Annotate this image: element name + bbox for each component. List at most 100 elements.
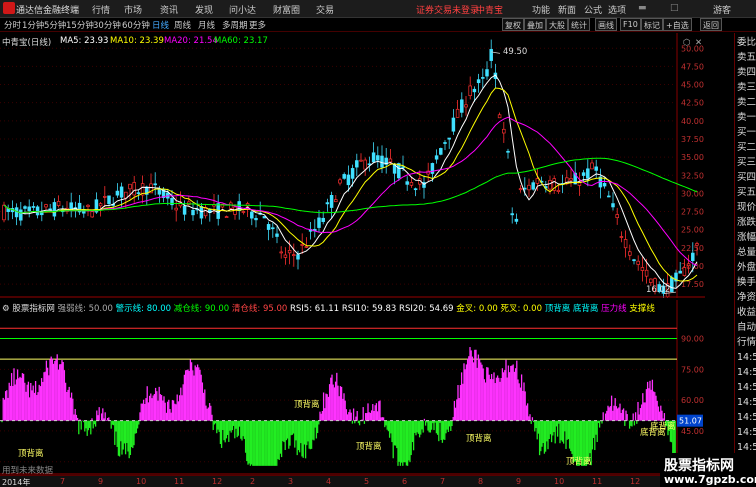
period-5min[interactable]: 5分钟 xyxy=(44,19,66,31)
period-timeshare[interactable]: 分时 xyxy=(4,19,21,31)
guest-label[interactable]: 游客 xyxy=(713,3,731,16)
x-tick-label: 9 xyxy=(516,477,522,486)
legend-warning: 警示线: 80.00 xyxy=(115,304,172,314)
menu-market[interactable]: 市场 xyxy=(124,3,142,16)
x-tick-label: 12 xyxy=(630,477,641,486)
legend-clear: 清仓线: 95.00 xyxy=(231,304,288,314)
menu-options[interactable]: 选项 xyxy=(608,3,626,16)
tool-draw[interactable]: 画线 xyxy=(595,18,617,31)
menu-function[interactable]: 功能 xyxy=(532,3,550,16)
y-tick-label: 40.00 xyxy=(681,117,704,126)
menu-hq[interactable]: 行情 xyxy=(92,3,110,16)
y-tick-label: 45.00 xyxy=(681,81,704,90)
menu-news[interactable]: 资讯 xyxy=(160,3,178,16)
tool-overlay[interactable]: 叠加 xyxy=(524,18,546,31)
menu-trade[interactable]: 交易 xyxy=(316,3,334,16)
candle-body xyxy=(2,204,6,221)
period-daily[interactable]: 日线 xyxy=(152,19,169,31)
indicator-title[interactable]: 股票指标网 xyxy=(12,304,55,314)
candle-body xyxy=(644,269,649,277)
period-30min[interactable]: 30分钟 xyxy=(93,19,121,31)
minimize-icon[interactable]: ▬ xyxy=(638,3,647,13)
indicator-panel[interactable]: 90.0075.0060.0045.0030.0051.07 ⚙ 股票指标网 强… xyxy=(0,300,705,476)
candle-body xyxy=(686,263,691,267)
legend-rsi10: RSI10: 59.83 xyxy=(341,304,397,314)
period-1min[interactable]: 1分钟 xyxy=(22,19,44,31)
low-price-label: 16.02 xyxy=(646,285,671,295)
candle-body xyxy=(594,166,598,171)
ma5-legend: MA5: 23.93 xyxy=(60,36,109,46)
legend-rsi20: RSI20: 54.69 xyxy=(399,304,454,314)
indicator-settings-icon[interactable]: ⚙ xyxy=(2,304,10,314)
candle-body xyxy=(439,148,443,155)
quote-field-label: 卖二 xyxy=(737,97,756,108)
maximize-icon[interactable]: □ xyxy=(670,3,679,13)
quote-field-label: 换手 xyxy=(737,277,756,288)
chart-close-icon[interactable]: ✕ xyxy=(695,38,702,48)
period-weekly[interactable]: 周线 xyxy=(174,19,191,31)
period-60min[interactable]: 60分钟 xyxy=(122,19,150,31)
current-value: 51.07 xyxy=(679,417,702,426)
quote-field-label: 外盘 xyxy=(737,262,756,273)
legend-strength: 强弱线: 50.00 xyxy=(57,304,113,314)
x-tick-label: 7 xyxy=(60,477,66,486)
candle-body xyxy=(611,203,615,208)
indicator-legend: ⚙ 股票指标网 强弱线: 50.00 警示线: 80.00 减仓线: 90.00… xyxy=(2,302,692,314)
divergence-label: 顶背离 xyxy=(566,457,592,467)
candle-body xyxy=(602,183,607,187)
tool-add-watchlist[interactable]: +自选 xyxy=(663,18,692,31)
candle-body xyxy=(56,201,61,206)
candle-body xyxy=(506,150,510,153)
y-tick-label: 60.00 xyxy=(681,396,704,405)
period-multi[interactable]: 多周期 xyxy=(222,19,248,31)
tool-mark[interactable]: 标记 xyxy=(641,18,663,31)
kline-chart[interactable]: 50.00 47.50 45.00 42.50 40.00 37.50 35.00 32.50… xyxy=(0,33,705,298)
candle-body xyxy=(695,243,699,246)
candle-body xyxy=(531,182,535,190)
quote-field-label: 14:50 xyxy=(737,412,756,423)
candle-body xyxy=(241,211,246,213)
quote-field-label: 卖三 xyxy=(737,82,756,93)
y-tick-label: 42.50 xyxy=(681,99,704,108)
divergence-label: 底背离 xyxy=(650,422,676,432)
x-tick-label: 3 xyxy=(288,477,294,486)
candle-body xyxy=(182,205,187,215)
candle-body xyxy=(376,155,380,161)
candle-body xyxy=(132,182,136,196)
chart-settings-icon[interactable]: ⬡ xyxy=(683,38,690,48)
candle-body xyxy=(304,245,309,248)
menu-formula[interactable]: 公式 xyxy=(584,3,602,16)
menu-wenxiaoda[interactable]: 问小达 xyxy=(229,3,256,16)
candle-body xyxy=(19,209,23,221)
candle-body xyxy=(397,163,401,179)
menu-discover[interactable]: 发现 xyxy=(195,3,213,16)
candle-body xyxy=(649,278,653,283)
period-monthly[interactable]: 月线 xyxy=(198,19,215,31)
divergence-label: 顶背离 xyxy=(466,434,492,444)
trade-login-notice[interactable]: 证券交易未登录 xyxy=(416,3,479,16)
candle-body xyxy=(556,189,561,192)
candle-body xyxy=(586,168,590,179)
candle-body xyxy=(338,179,342,184)
period-15min[interactable]: 15分钟 xyxy=(66,19,94,31)
candle-body xyxy=(451,117,456,132)
candle-body xyxy=(447,137,451,140)
app-logo-icon xyxy=(3,2,15,14)
tool-stats[interactable]: 统计 xyxy=(568,18,590,31)
x-tick-label: 7 xyxy=(440,477,446,486)
candle-body xyxy=(405,181,409,185)
candle-body xyxy=(510,213,514,216)
tool-f10[interactable]: F10 xyxy=(620,18,641,31)
tool-bigshares[interactable]: 大股 xyxy=(546,18,568,31)
period-more[interactable]: 更多 xyxy=(249,19,266,31)
divergence-label: 顶背离 xyxy=(294,400,320,410)
candle-body xyxy=(237,201,241,212)
menu-newface[interactable]: 新面 xyxy=(558,3,576,16)
ma5-line xyxy=(3,74,698,289)
candle-body xyxy=(569,178,573,181)
candle-body xyxy=(481,77,485,79)
menu-wealth[interactable]: 财富圈 xyxy=(273,3,300,16)
tool-fuquan[interactable]: 复权 xyxy=(502,18,524,31)
candle-body xyxy=(628,251,632,256)
tool-back[interactable]: 返回 xyxy=(700,18,722,31)
